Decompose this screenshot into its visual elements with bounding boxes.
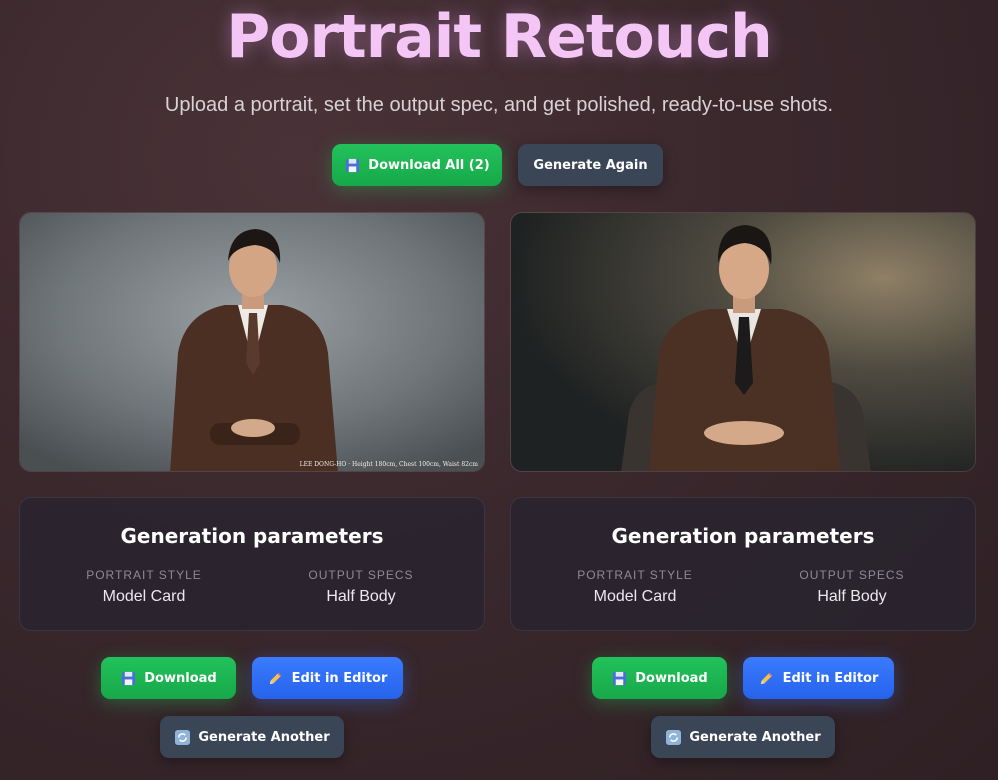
floppy-disk-icon xyxy=(611,670,627,686)
refresh-icon xyxy=(665,729,681,745)
edit-label: Edit in Editor xyxy=(291,670,388,686)
download-label: Download xyxy=(144,670,217,686)
edit-label: Edit in Editor xyxy=(782,670,879,686)
output-specs-value: Half Body xyxy=(817,588,887,605)
output-specs-label: OUTPUT SPECS xyxy=(308,568,414,582)
edit-in-editor-button-2[interactable]: Edit in Editor xyxy=(743,657,894,699)
portrait-style-value: Model Card xyxy=(593,588,677,605)
generate-another-label: Generate Another xyxy=(689,729,821,745)
edit-in-editor-button-1[interactable]: Edit in Editor xyxy=(252,657,403,699)
download-button-2[interactable]: Download xyxy=(592,657,727,699)
output-specs-field: OUTPUT SPECS Half Body xyxy=(762,568,942,606)
download-label: Download xyxy=(635,670,708,686)
pencil-icon xyxy=(268,670,284,686)
portrait-style-field: PORTRAIT STYLE Model Card xyxy=(545,568,725,606)
card-title: Generation parameters xyxy=(611,524,875,548)
generate-another-button-2[interactable]: Generate Another xyxy=(651,716,835,758)
image-caption: LEE DONG-HO · Height 180cm, Chest 100cm,… xyxy=(299,461,478,468)
portrait-style-value: Model Card xyxy=(102,588,186,605)
result-image-2[interactable] xyxy=(510,212,976,472)
generate-again-label: Generate Again xyxy=(533,157,648,173)
floppy-disk-icon xyxy=(344,157,360,173)
page-subtitle: Upload a portrait, set the output spec, … xyxy=(164,94,834,116)
output-specs-value: Half Body xyxy=(326,588,396,605)
generation-parameters-card-1: Generation parameters PORTRAIT STYLE Mod… xyxy=(19,497,485,631)
generate-another-label: Generate Another xyxy=(198,729,330,745)
output-specs-field: OUTPUT SPECS Half Body xyxy=(271,568,451,606)
download-all-label: Download All (2) xyxy=(368,157,490,173)
download-button-1[interactable]: Download xyxy=(101,657,236,699)
portrait-style-label: PORTRAIT STYLE xyxy=(577,568,693,582)
portrait-style-field: PORTRAIT STYLE Model Card xyxy=(54,568,234,606)
download-all-button[interactable]: Download All (2) xyxy=(332,144,502,186)
page-title: Portrait Retouch xyxy=(226,2,772,72)
output-specs-label: OUTPUT SPECS xyxy=(799,568,905,582)
pencil-icon xyxy=(759,670,775,686)
generation-parameters-card-2: Generation parameters PORTRAIT STYLE Mod… xyxy=(510,497,976,631)
result-image-1[interactable]: LEE DONG-HO · Height 180cm, Chest 100cm,… xyxy=(19,212,485,472)
card-title: Generation parameters xyxy=(120,524,384,548)
floppy-disk-icon xyxy=(120,670,136,686)
generate-another-button-1[interactable]: Generate Another xyxy=(160,716,344,758)
refresh-icon xyxy=(174,729,190,745)
portrait-style-label: PORTRAIT STYLE xyxy=(86,568,202,582)
generate-again-button[interactable]: Generate Again xyxy=(518,144,663,186)
